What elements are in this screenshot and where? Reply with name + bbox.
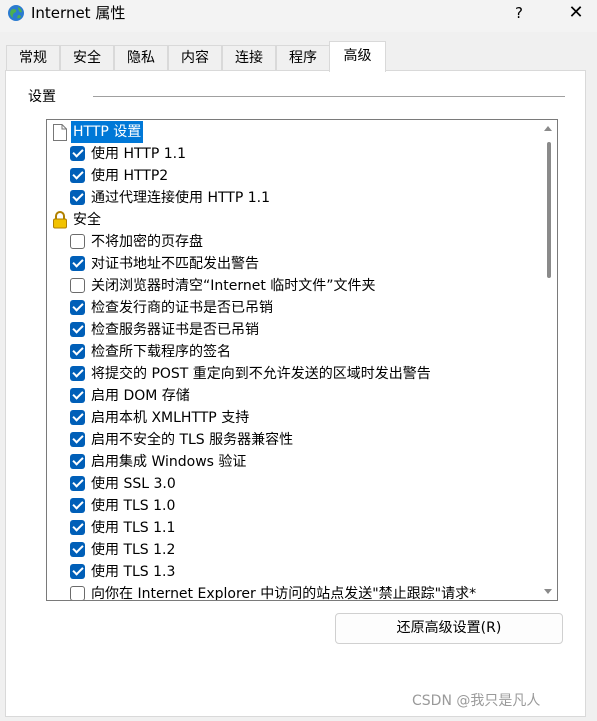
checkbox-unchecked[interactable] <box>70 234 85 249</box>
vertical-scrollbar[interactable] <box>540 120 557 600</box>
settings-tree[interactable]: HTTP 设置 使用 HTTP 1.1 使用 HTTP2 通过代理连接使用 HT… <box>46 119 558 601</box>
internet-globe-icon <box>8 5 24 21</box>
tab-connections[interactable]: 连接 <box>222 45 276 71</box>
checkbox-checked[interactable] <box>70 300 85 315</box>
tab-advanced[interactable]: 高级 <box>329 41 386 72</box>
setting-label: 使用 SSL 3.0 <box>91 476 176 492</box>
checkbox-checked[interactable] <box>70 498 85 513</box>
setting-label: 使用 TLS 1.1 <box>91 520 176 536</box>
checkbox-checked[interactable] <box>70 168 85 183</box>
checkbox-checked[interactable] <box>70 256 85 271</box>
setting-label: 使用 TLS 1.2 <box>91 542 176 558</box>
tab-content[interactable]: 内容 <box>168 45 222 71</box>
setting-label: 启用集成 Windows 验证 <box>91 454 247 470</box>
setting-proxy-http11[interactable]: 通过代理连接使用 HTTP 1.1 <box>47 187 537 209</box>
checkbox-checked[interactable] <box>70 564 85 579</box>
setting-no-save-encrypted[interactable]: 不将加密的页存盘 <box>47 231 537 253</box>
setting-label: 使用 TLS 1.3 <box>91 564 176 580</box>
checkbox-checked[interactable] <box>70 432 85 447</box>
setting-label: 使用 HTTP 1.1 <box>91 146 186 162</box>
checkbox-checked[interactable] <box>70 520 85 535</box>
setting-label: 检查服务器证书是否已吊销 <box>91 322 259 338</box>
checkbox-checked[interactable] <box>70 146 85 161</box>
category-http[interactable]: HTTP 设置 <box>47 121 537 143</box>
setting-label: 使用 TLS 1.0 <box>91 498 176 514</box>
setting-label: 对证书地址不匹配发出警告 <box>91 256 259 272</box>
setting-label: 检查所下载程序的签名 <box>91 344 231 360</box>
setting-label: 使用 HTTP2 <box>91 168 169 184</box>
tab-bar: 常规 安全 隐私 内容 连接 程序 高级 <box>6 41 596 72</box>
setting-native-xmlhttp[interactable]: 启用本机 XMLHTTP 支持 <box>47 407 537 429</box>
category-label: 安全 <box>73 212 101 228</box>
watermark: CSDN @我只是凡人 <box>412 693 541 709</box>
setting-label: 启用不安全的 TLS 服务器兼容性 <box>91 432 294 448</box>
close-button[interactable]: ✕ <box>556 0 596 28</box>
tab-programs[interactable]: 程序 <box>276 45 330 71</box>
setting-do-not-track[interactable]: 向你在 Internet Explorer 中访问的站点发送"禁止跟踪"请求* <box>47 583 537 601</box>
checkbox-checked[interactable] <box>70 190 85 205</box>
setting-label: 通过代理连接使用 HTTP 1.1 <box>91 190 270 206</box>
scroll-up-arrow-icon[interactable] <box>544 126 552 131</box>
setting-empty-temp-files[interactable]: 关闭浏览器时清空“Internet 临时文件”文件夹 <box>47 275 537 297</box>
checkbox-checked[interactable] <box>70 322 85 337</box>
category-security[interactable]: 安全 <box>47 209 537 231</box>
setting-label: 检查发行商的证书是否已吊销 <box>91 300 273 316</box>
setting-label: 关闭浏览器时清空“Internet 临时文件”文件夹 <box>91 278 376 294</box>
group-divider <box>93 96 565 97</box>
setting-dom-storage[interactable]: 启用 DOM 存储 <box>47 385 537 407</box>
setting-label: 启用本机 XMLHTTP 支持 <box>91 410 250 426</box>
document-icon <box>53 124 67 141</box>
setting-http2[interactable]: 使用 HTTP2 <box>47 165 537 187</box>
checkbox-unchecked[interactable] <box>70 586 85 600</box>
setting-cert-mismatch[interactable]: 对证书地址不匹配发出警告 <box>47 253 537 275</box>
tab-general[interactable]: 常规 <box>6 45 60 71</box>
scroll-down-arrow-icon[interactable] <box>544 589 552 594</box>
scrollbar-thumb[interactable] <box>547 142 551 278</box>
setting-tls13[interactable]: 使用 TLS 1.3 <box>47 561 537 583</box>
lock-icon <box>53 211 67 229</box>
setting-download-signature[interactable]: 检查所下载程序的签名 <box>47 341 537 363</box>
setting-insecure-tls-compat[interactable]: 启用不安全的 TLS 服务器兼容性 <box>47 429 537 451</box>
checkbox-unchecked[interactable] <box>70 278 85 293</box>
setting-windows-auth[interactable]: 启用集成 Windows 验证 <box>47 451 537 473</box>
setting-post-redirect-warning[interactable]: 将提交的 POST 重定向到不允许发送的区域时发出警告 <box>47 363 537 385</box>
setting-label: 不将加密的页存盘 <box>91 234 203 250</box>
checkbox-checked[interactable] <box>70 476 85 491</box>
setting-http11[interactable]: 使用 HTTP 1.1 <box>47 143 537 165</box>
setting-tls10[interactable]: 使用 TLS 1.0 <box>47 495 537 517</box>
setting-server-revocation[interactable]: 检查服务器证书是否已吊销 <box>47 319 537 341</box>
setting-label: 向你在 Internet Explorer 中访问的站点发送"禁止跟踪"请求* <box>91 586 477 601</box>
checkbox-checked[interactable] <box>70 454 85 469</box>
setting-ssl30[interactable]: 使用 SSL 3.0 <box>47 473 537 495</box>
setting-tls12[interactable]: 使用 TLS 1.2 <box>47 539 537 561</box>
tab-privacy[interactable]: 隐私 <box>114 45 168 71</box>
checkbox-checked[interactable] <box>70 366 85 381</box>
setting-publisher-revocation[interactable]: 检查发行商的证书是否已吊销 <box>47 297 537 319</box>
setting-tls11[interactable]: 使用 TLS 1.1 <box>47 517 537 539</box>
checkbox-checked[interactable] <box>70 344 85 359</box>
checkbox-checked[interactable] <box>70 410 85 425</box>
help-button[interactable]: ? <box>504 0 534 28</box>
checkbox-checked[interactable] <box>70 388 85 403</box>
setting-label: 启用 DOM 存储 <box>91 388 190 404</box>
title-bar: Internet 属性 ? ✕ <box>0 0 597 32</box>
setting-label: 将提交的 POST 重定向到不允许发送的区域时发出警告 <box>91 366 431 382</box>
category-label: HTTP 设置 <box>71 121 144 143</box>
window-title: Internet 属性 <box>31 4 126 22</box>
restore-advanced-settings-button[interactable]: 还原高级设置(R) <box>335 613 563 644</box>
checkbox-checked[interactable] <box>70 542 85 557</box>
settings-group-label: 设置 <box>28 89 56 105</box>
tab-security[interactable]: 安全 <box>60 45 114 71</box>
